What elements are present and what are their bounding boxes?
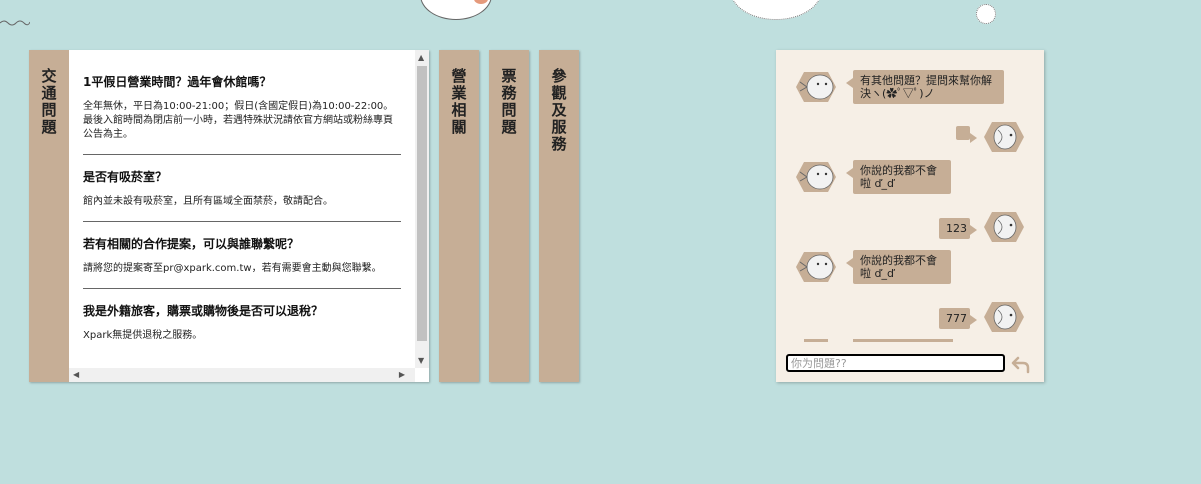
bot-avatar-icon [796, 162, 836, 192]
user-avatar-icon [984, 302, 1024, 332]
faq-list[interactable]: 1平假日營業時間？過年會休館嗎？ 全年無休，平日為10:00-21:00；假日(… [69, 50, 415, 368]
tab-visit[interactable]: 參觀及服務 [539, 50, 579, 382]
user-message: 777 [939, 308, 977, 329]
squiggle-icon [0, 20, 30, 26]
chatbot-panel: 有其他問題？提問來幫你解決ヽ(✿ﾟ▽ﾟ)ノ 你說的我都不會啦 ď_ď 123 你… [776, 50, 1044, 382]
chat-input[interactable] [786, 354, 1005, 372]
user-avatar-icon [984, 212, 1024, 242]
scrollbar-thumb[interactable] [417, 66, 427, 341]
scroll-right-icon[interactable]: ▶ [399, 370, 405, 379]
faq-panel: 交通問題 1平假日營業時間？過年會休館嗎？ 全年無休，平日為10:00-21:0… [29, 50, 429, 382]
horizontal-scrollbar[interactable]: ◀ ▶ [69, 368, 415, 382]
faq-question: 是否有吸菸室？ [83, 170, 168, 184]
faq-question: 若有相關的合作提案，可以與誰聯繫呢？ [83, 237, 300, 251]
faq-item: 若有相關的合作提案，可以與誰聯繫呢？ 請將您的提案寄至pr@xpark.com.… [83, 236, 401, 289]
faq-question: 我是外籍旅客，購票或購物後是否可以退稅？ [83, 304, 324, 318]
vertical-scrollbar[interactable]: ▲ ▼ [415, 50, 429, 368]
faq-item: 是否有吸菸室？ 館內並未設有吸菸室，且所有區域全面禁菸，敬請配合。 [83, 169, 401, 222]
faq-item: 我是外籍旅客，購票或購物後是否可以退稅？ Xpark無提供退稅之服務。 [83, 303, 401, 355]
user-message: 123 [939, 218, 977, 239]
bot-avatar-icon [796, 252, 836, 282]
tab-business-label: 營業相關 [449, 68, 468, 136]
chat-log[interactable]: 有其他問題？提問來幫你解決ヽ(✿ﾟ▽ﾟ)ノ 你說的我都不會啦 ď_ď 123 你… [776, 50, 1044, 342]
fish-doodle-icon [730, 0, 822, 20]
tab-traffic-label: 交通問題 [39, 68, 58, 136]
tab-traffic[interactable]: 交通問題 [29, 50, 69, 382]
faq-body: 1平假日營業時間？過年會休館嗎？ 全年無休，平日為10:00-21:00；假日(… [69, 50, 429, 382]
scroll-down-icon[interactable]: ▼ [418, 356, 424, 365]
user-message [956, 126, 977, 143]
faq-item: 1平假日營業時間？過年會休館嗎？ 全年無休，平日為10:00-21:00；假日(… [83, 74, 401, 155]
next-avatar-edge [804, 339, 828, 342]
bot-message: 你說的我都不會啦 ď_ď [846, 250, 951, 284]
faq-answer: Xpark無提供退稅之服務。 [83, 330, 203, 341]
scroll-up-icon[interactable]: ▲ [418, 53, 424, 62]
bot-avatar-icon [796, 72, 836, 102]
faq-answer: 請將您的提案寄至pr@xpark.com.tw，若有需要會主動與您聯繫。 [83, 263, 382, 274]
tab-business[interactable]: 營業相關 [439, 50, 479, 382]
tab-visit-label: 參觀及服務 [549, 68, 568, 153]
send-arrow-icon[interactable] [1010, 355, 1032, 375]
tab-tickets-label: 票務問題 [499, 68, 518, 136]
tab-tickets[interactable]: 票務問題 [489, 50, 529, 382]
bot-message: 你說的我都不會啦 ď_ď [846, 160, 951, 194]
faq-answer: 全年無休，平日為10:00-21:00；假日(含國定假日)為10:00-22:0… [83, 101, 394, 140]
next-message-edge [853, 339, 953, 342]
faq-answer: 館內並未設有吸菸室，且所有區域全面禁菸，敬請配合。 [83, 196, 333, 207]
ball-doodle-icon [976, 4, 996, 24]
user-avatar-icon [984, 122, 1024, 152]
bot-message: 有其他問題？提問來幫你解決ヽ(✿ﾟ▽ﾟ)ノ [846, 70, 1004, 104]
scroll-left-icon[interactable]: ◀ [73, 370, 79, 379]
faq-question: 1平假日營業時間？過年會休館嗎？ [83, 75, 272, 89]
